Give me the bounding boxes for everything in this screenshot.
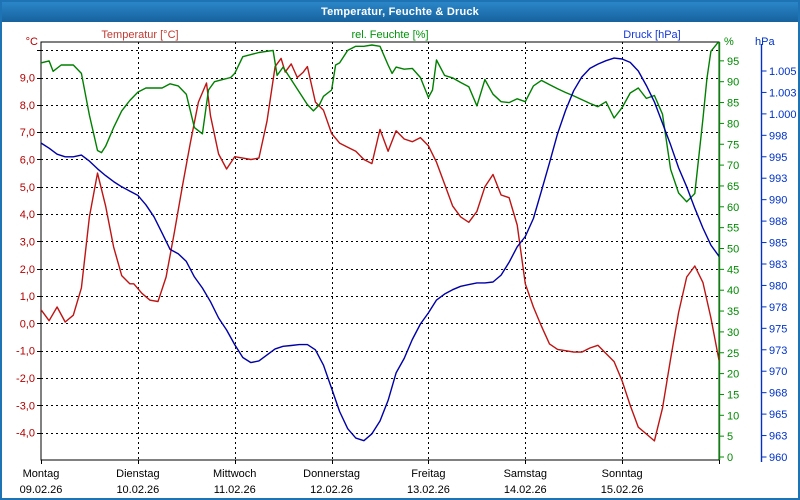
svg-text:55: 55	[727, 223, 739, 235]
svg-text:980: 980	[769, 280, 787, 292]
plot-border	[41, 42, 719, 460]
svg-text:30: 30	[727, 327, 739, 339]
svg-text:5: 5	[727, 431, 733, 443]
svg-text:-1,0: -1,0	[16, 346, 35, 358]
svg-text:70: 70	[727, 160, 739, 172]
svg-text:5,0: 5,0	[20, 182, 35, 194]
weather-chart: 9,0 8,0 7,0 6,0 5,0 4,0 3,0 2,0 1,0 0,0 -1,0 -2,0 -3…	[2, 2, 798, 498]
svg-text:9,0: 9,0	[20, 73, 35, 85]
svg-text:963: 963	[769, 431, 787, 443]
date-label: 15.02.26	[601, 484, 644, 496]
svg-text:990: 990	[769, 195, 787, 207]
svg-text:8,0: 8,0	[20, 100, 35, 112]
date-label: 09.02.26	[20, 484, 63, 496]
svg-text:95: 95	[727, 56, 739, 68]
svg-text:975: 975	[769, 323, 787, 335]
svg-text:-2,0: -2,0	[16, 373, 35, 385]
svg-text:960: 960	[769, 452, 787, 464]
svg-text:50: 50	[727, 244, 739, 256]
svg-text:983: 983	[769, 259, 787, 271]
svg-text:973: 973	[769, 345, 787, 357]
svg-text:970: 970	[769, 366, 787, 378]
svg-text:40: 40	[727, 285, 739, 297]
svg-text:968: 968	[769, 388, 787, 400]
svg-text:965: 965	[769, 409, 787, 421]
series-temperature	[41, 58, 719, 441]
svg-text:4,0: 4,0	[20, 209, 35, 221]
day-axis: Montag 09.02.26 Dienstag 10.02.26 Mittwoch 11…	[20, 460, 720, 496]
date-label: 14.02.26	[504, 484, 547, 496]
svg-text:1.003: 1.003	[769, 87, 797, 99]
svg-text:993: 993	[769, 173, 787, 185]
day-label: Sonntag	[602, 468, 643, 480]
svg-text:45: 45	[727, 264, 739, 276]
date-label: 10.02.26	[116, 484, 159, 496]
svg-text:6,0: 6,0	[20, 154, 35, 166]
svg-text:85: 85	[727, 98, 739, 110]
svg-text:1.000: 1.000	[769, 109, 797, 121]
svg-text:3,0: 3,0	[20, 236, 35, 248]
svg-text:0,0: 0,0	[20, 318, 35, 330]
svg-text:995: 995	[769, 152, 787, 164]
app-window: Temperatur, Feuchte & Druck Temperatur […	[0, 0, 800, 500]
svg-text:0: 0	[727, 452, 733, 464]
svg-text:985: 985	[769, 238, 787, 250]
day-label: Freitag	[411, 468, 445, 480]
svg-text:-3,0: -3,0	[16, 400, 35, 412]
grid-lines	[41, 42, 719, 460]
day-label: Montag	[23, 468, 60, 480]
svg-text:978: 978	[769, 302, 787, 314]
svg-text:25: 25	[727, 348, 739, 360]
svg-text:1,0: 1,0	[20, 291, 35, 303]
date-label: 12.02.26	[310, 484, 353, 496]
svg-text:65: 65	[727, 181, 739, 193]
svg-text:35: 35	[727, 306, 739, 318]
svg-text:15: 15	[727, 389, 739, 401]
svg-text:20: 20	[727, 369, 739, 381]
svg-text:75: 75	[727, 139, 739, 151]
svg-text:-4,0: -4,0	[16, 428, 35, 440]
day-label: Dienstag	[116, 468, 159, 480]
svg-text:998: 998	[769, 130, 787, 142]
svg-text:7,0: 7,0	[20, 127, 35, 139]
day-label: Mittwoch	[213, 468, 256, 480]
svg-text:2,0: 2,0	[20, 264, 35, 276]
series-pressure	[41, 58, 719, 441]
svg-text:10: 10	[727, 410, 739, 422]
date-label: 11.02.26	[214, 484, 256, 496]
date-label: 13.02.26	[407, 484, 450, 496]
svg-text:80: 80	[727, 118, 739, 130]
day-label: Samstag	[504, 468, 547, 480]
series-humidity	[41, 41, 719, 202]
temperature-axis: 9,0 8,0 7,0 6,0 5,0 4,0 3,0 2,0 1,0 0,0 -1,0 -2,0 -3…	[16, 51, 41, 440]
humidity-axis: 95908580757065605550454035302520151050	[719, 42, 739, 464]
day-label: Donnerstag	[303, 468, 360, 480]
svg-text:988: 988	[769, 216, 787, 228]
svg-text:90: 90	[727, 77, 739, 89]
svg-text:1.005: 1.005	[769, 66, 797, 78]
pressure-axis: 1.005 1.003 1.000 998 995 993 990 988 985 983 980 9…	[762, 44, 797, 464]
svg-text:60: 60	[727, 202, 739, 214]
